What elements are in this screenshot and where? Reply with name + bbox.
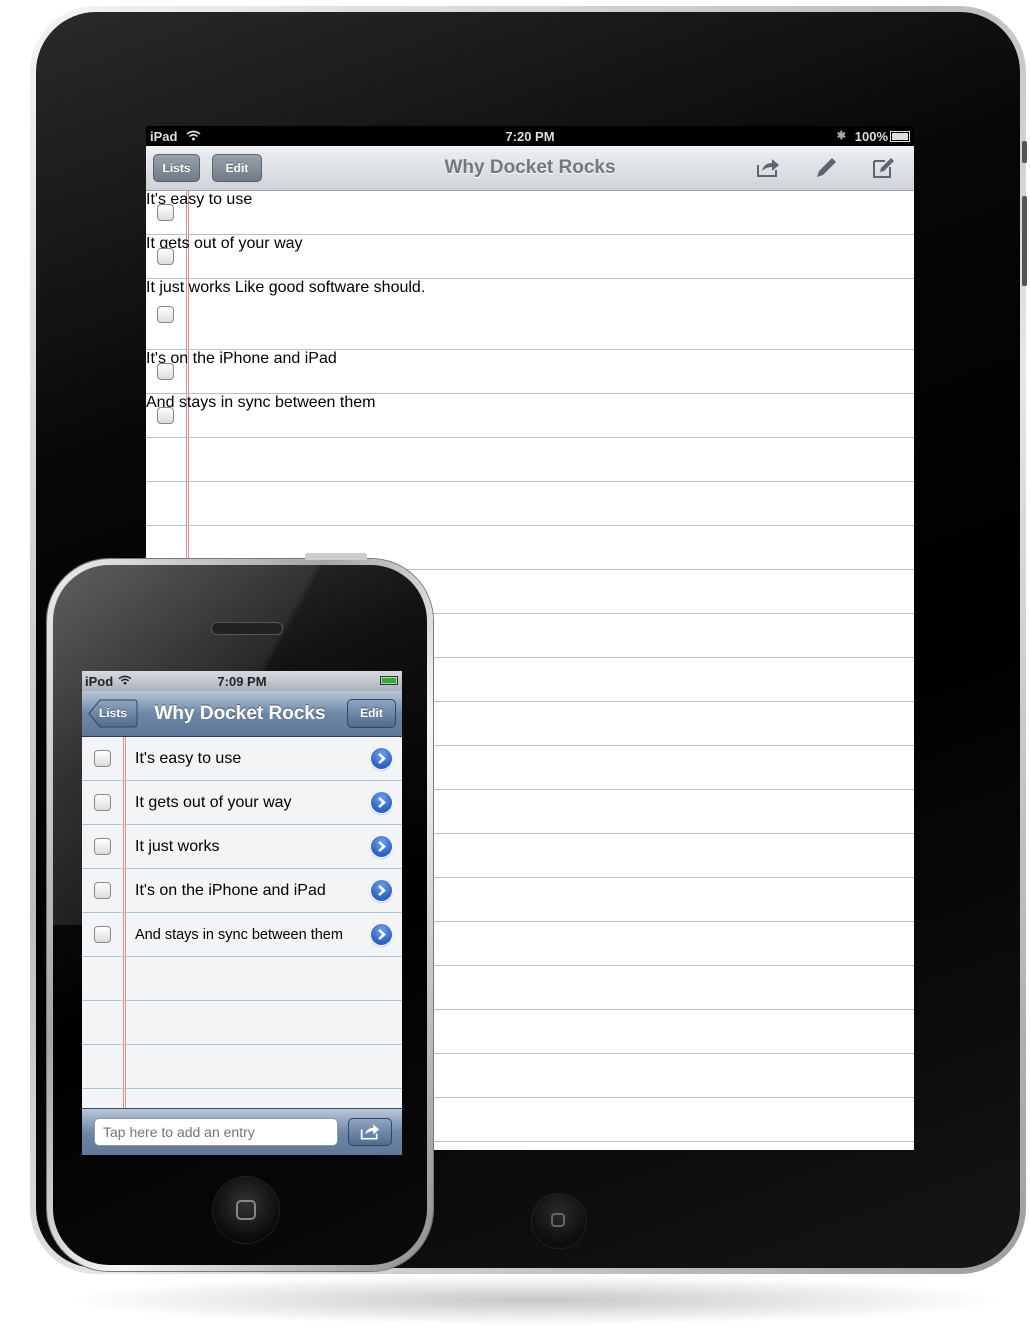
list-item[interactable]: It just works [82,825,402,869]
battery-percent: 100% [854,129,888,144]
list-item[interactable]: It's easy to use [146,191,914,235]
list-item[interactable]: It just works Like good software should. [146,279,914,350]
page-title: Why Docket Rocks [154,703,326,724]
status-time: 7:09 PM [217,674,267,689]
speaker-grille [211,622,283,635]
disclosure-icon[interactable] [371,792,392,813]
pencil-icon[interactable] [813,156,839,180]
checkbox-icon[interactable] [157,407,174,424]
disclosure-icon[interactable] [371,748,392,769]
list-item[interactable]: It gets out of your way [82,781,402,825]
item-text: It gets out of your way [135,794,292,811]
list-item[interactable]: It gets out of your way [146,235,914,279]
checkbox-icon[interactable] [94,794,111,811]
ipad-navigation-bar: Lists Edit Why Docket Rocks [146,146,914,191]
checkbox-icon[interactable] [157,248,174,265]
empty-row[interactable] [82,1045,402,1089]
battery-icon [380,676,398,685]
ipad-shadow [60,1275,1010,1325]
checkbox-icon[interactable] [157,363,174,380]
iphone-status-bar: iPod 7:09 PM [82,671,402,691]
checkbox-icon[interactable] [94,750,111,767]
page-title: Why Docket Rocks [444,157,616,178]
iphone-note-list: It's easy to use It gets out of your way… [82,737,402,1109]
disclosure-icon[interactable] [371,924,392,945]
empty-row[interactable] [146,438,914,482]
iphone-screen: iPod 7:09 PM Lists Why Docket Rocks Edit… [82,671,402,1155]
item-text: It's on the iPhone and iPad [135,882,326,899]
checkbox-icon[interactable] [157,306,174,323]
lists-back-label: Lists [99,706,128,720]
list-item[interactable]: And stays in sync between them [82,913,402,957]
empty-row[interactable] [146,482,914,526]
iphone-navigation-bar: Lists Why Docket Rocks Edit [82,691,402,737]
ipad-volume-buttons [1022,196,1027,286]
share-icon [360,1124,380,1140]
disclosure-icon[interactable] [371,836,392,857]
item-text: It's easy to use [135,750,242,767]
add-entry-button[interactable] [348,1118,392,1146]
item-note: Like good software should. [234,279,426,296]
bluetooth-icon: ✱ [836,130,846,142]
compose-icon[interactable] [871,156,897,180]
item-text: It just works [135,838,220,855]
home-square-icon [236,1200,256,1220]
empty-row[interactable] [82,957,402,1001]
edit-button[interactable]: Edit [347,699,396,728]
list-item[interactable]: It's on the iPhone and iPad [82,869,402,913]
entry-input[interactable] [94,1118,338,1146]
checkbox-icon[interactable] [94,926,111,943]
share-icon[interactable] [755,156,781,180]
checkbox-icon[interactable] [157,204,174,221]
home-square-icon [551,1213,565,1227]
disclosure-icon[interactable] [371,880,392,901]
item-text: And stays in sync between them [135,927,343,943]
list-item[interactable]: It's on the iPhone and iPad [146,350,914,394]
item-text: It's on the iPhone and iPad [146,350,337,367]
item-text: It just works [146,279,231,296]
sleep-button[interactable] [305,553,367,560]
list-item[interactable]: And stays in sync between them [146,394,914,438]
ipad-home-button[interactable] [532,1194,586,1248]
list-item[interactable]: It's easy to use [82,737,402,781]
checkbox-icon[interactable] [94,838,111,855]
iphone-home-button[interactable] [213,1177,279,1243]
ipad-status-bar: iPad 7:20 PM ✱ 100% [146,126,914,146]
empty-row[interactable] [82,1089,402,1109]
ipad-mute-switch [1022,141,1027,163]
empty-row[interactable] [82,1001,402,1045]
battery-icon [890,131,910,142]
status-time: 7:20 PM [505,129,555,144]
checkbox-icon[interactable] [94,882,111,899]
item-text: And stays in sync between them [146,394,376,411]
entry-toolbar [82,1108,402,1155]
